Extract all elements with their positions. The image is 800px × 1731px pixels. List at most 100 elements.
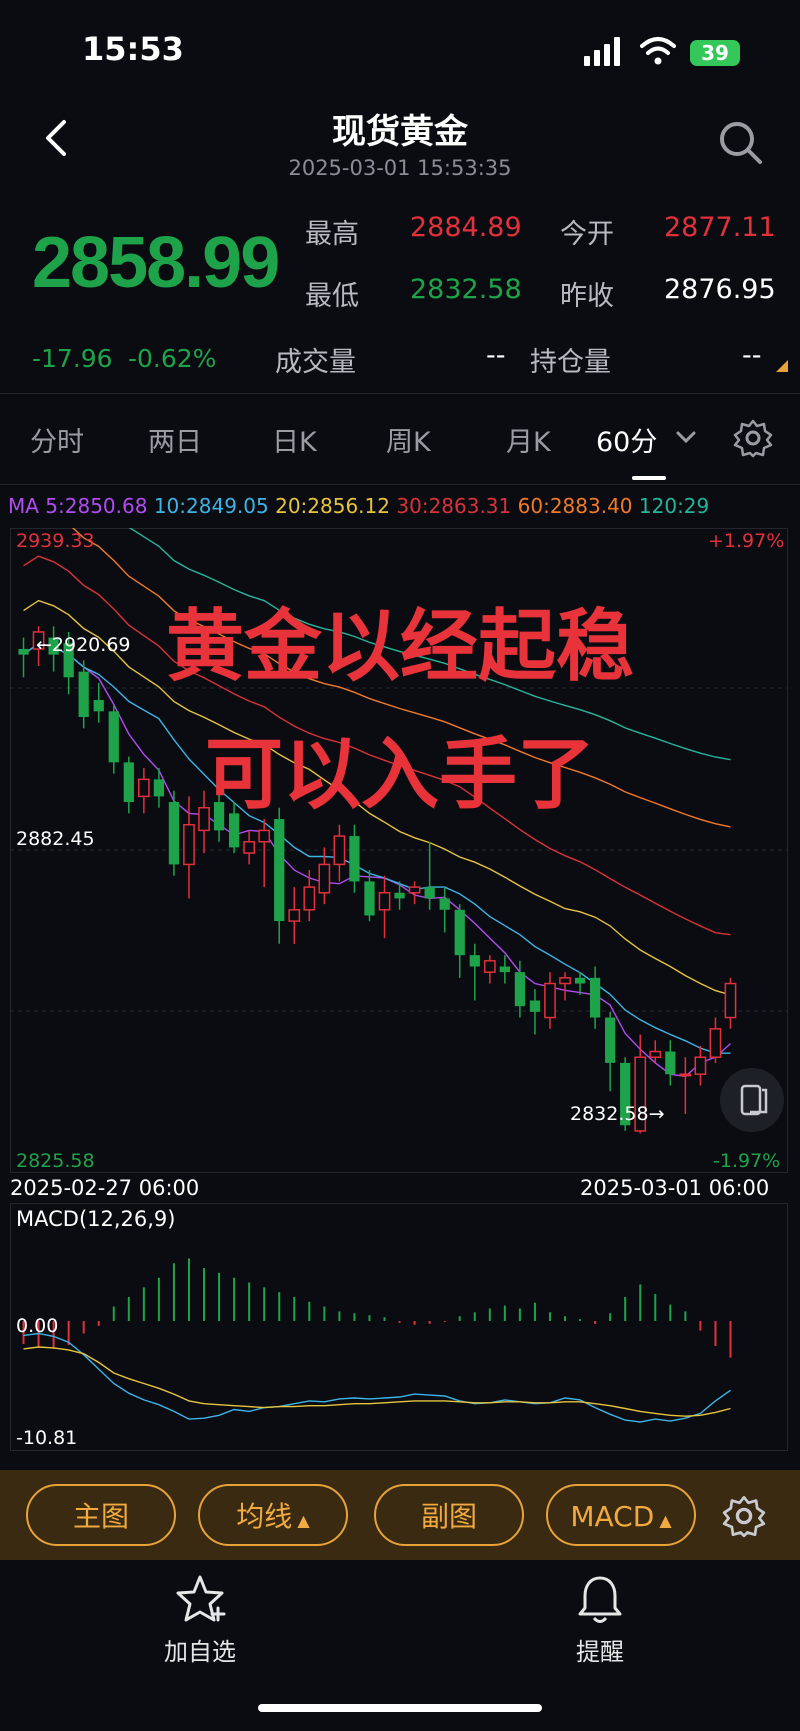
candle-body bbox=[349, 836, 360, 882]
candle bbox=[544, 972, 556, 1029]
candle bbox=[559, 972, 571, 1001]
open-value: 2877.11 bbox=[664, 212, 776, 243]
tab-two-day[interactable]: 两日 bbox=[148, 420, 202, 459]
main-chart-label: 主图 bbox=[72, 1500, 129, 1533]
candle-body bbox=[183, 823, 195, 866]
candle-body bbox=[424, 887, 435, 899]
macd-min-label: -10.81 bbox=[16, 1427, 78, 1449]
chart-top-price: 2939.33 bbox=[16, 530, 95, 552]
search-icon[interactable] bbox=[716, 118, 764, 166]
candle-body bbox=[574, 977, 586, 984]
divider bbox=[0, 393, 800, 394]
ma120-value: 120:29 bbox=[638, 494, 710, 518]
candle-body bbox=[483, 960, 496, 973]
volume-label: 成交量 bbox=[275, 347, 356, 378]
candle-body bbox=[93, 699, 104, 712]
candle-body bbox=[454, 909, 465, 956]
chart-settings-icon[interactable] bbox=[733, 418, 773, 458]
candle-body bbox=[665, 1051, 676, 1075]
low-marker: 2832.58→ bbox=[570, 1103, 665, 1125]
main-chart-button[interactable]: 主图 bbox=[26, 1484, 176, 1546]
page-timestamp: 2025-03-01 15:53:35 bbox=[288, 156, 512, 180]
low-value: 2832.58 bbox=[410, 274, 522, 305]
candle bbox=[288, 887, 301, 944]
prev-close-value: 2876.95 bbox=[664, 274, 776, 305]
candle-body bbox=[318, 863, 331, 894]
macd-label: MACD bbox=[570, 1500, 655, 1533]
price-alert-button[interactable]: 提醒 bbox=[550, 1572, 650, 1667]
candle-body bbox=[364, 881, 375, 916]
macd-dea-line bbox=[23, 1346, 731, 1417]
candle-body bbox=[559, 977, 571, 985]
macd-series bbox=[22, 1258, 732, 1423]
macd-frame bbox=[10, 1203, 788, 1451]
candle bbox=[408, 881, 421, 905]
chart-top-pct: +1.97% bbox=[708, 530, 785, 552]
open-interest-label: 持仓量 bbox=[530, 347, 611, 378]
current-price: 2858.99 bbox=[32, 223, 280, 303]
open-interest-value: -- bbox=[742, 340, 762, 371]
tab-60min[interactable]: 60分 bbox=[596, 420, 657, 459]
toolbar-settings-icon[interactable] bbox=[722, 1494, 766, 1538]
volume-value: -- bbox=[486, 340, 506, 371]
candle-body bbox=[408, 886, 421, 894]
x-axis-start: 2025-02-27 06:00 bbox=[10, 1176, 200, 1200]
ma-prefix: MA bbox=[8, 494, 39, 518]
battery-icon: 39 bbox=[690, 40, 740, 66]
price-alert-label: 提醒 bbox=[576, 1638, 624, 1666]
expand-corner-icon[interactable] bbox=[776, 360, 788, 372]
candle bbox=[724, 977, 737, 1029]
divider bbox=[0, 484, 800, 485]
candle-body bbox=[274, 819, 285, 922]
chart-bottom-price: 2825.58 bbox=[16, 1150, 95, 1172]
candle-body bbox=[679, 1073, 692, 1077]
open-label: 今开 bbox=[560, 219, 614, 250]
candle bbox=[589, 966, 601, 1029]
tab-weekly-k[interactable]: 周K bbox=[386, 420, 431, 459]
price-change: -17.96 bbox=[32, 344, 113, 373]
chevron-down-icon[interactable] bbox=[675, 430, 697, 444]
macd-button[interactable]: MACD ▲ bbox=[546, 1484, 696, 1546]
candle bbox=[333, 824, 346, 882]
macd-chart[interactable] bbox=[10, 1203, 788, 1451]
candle-body bbox=[333, 835, 346, 866]
candle bbox=[514, 960, 526, 1018]
candle-body bbox=[469, 955, 480, 967]
sub-chart-button[interactable]: 副图 bbox=[374, 1484, 524, 1546]
signal-icon bbox=[584, 37, 620, 66]
candles bbox=[18, 626, 737, 1134]
candle-body bbox=[378, 892, 391, 911]
tab-daily-k[interactable]: 日K bbox=[272, 420, 317, 459]
page-title: 现货黄金 bbox=[332, 112, 468, 152]
ma60-value: 60:2883.40 bbox=[517, 494, 633, 518]
tab-monthly-k[interactable]: 月K bbox=[506, 420, 551, 459]
candle-body bbox=[499, 966, 510, 973]
candle bbox=[424, 841, 435, 910]
candle bbox=[258, 819, 271, 888]
candle-body bbox=[529, 1000, 541, 1012]
high-value: 2884.89 bbox=[410, 212, 522, 243]
add-watchlist-label: 加自选 bbox=[164, 1638, 236, 1666]
candle bbox=[454, 904, 465, 978]
candle-body bbox=[694, 1056, 707, 1075]
candle-body bbox=[258, 829, 271, 843]
ma-button[interactable]: 均线 ▲ bbox=[198, 1484, 348, 1546]
candle-body bbox=[394, 892, 405, 899]
landscape-icon bbox=[740, 1084, 768, 1116]
candle-body bbox=[514, 972, 526, 1007]
low-label: 最低 bbox=[305, 281, 359, 312]
macd-zero-label: 0.00 bbox=[16, 1315, 59, 1337]
home-indicator bbox=[258, 1704, 542, 1712]
candle bbox=[694, 1045, 707, 1086]
caret-up-icon: ▲ bbox=[292, 1511, 310, 1530]
wifi-icon bbox=[640, 37, 676, 65]
ma5-value: 5:2850.68 bbox=[45, 494, 148, 518]
tab-timeshare[interactable]: 分时 bbox=[30, 420, 84, 459]
x-axis-end: 2025-03-01 06:00 bbox=[580, 1176, 770, 1200]
overlay-caption-line2: 可以入手了 bbox=[204, 730, 595, 820]
chart-float-button[interactable] bbox=[720, 1068, 784, 1132]
candle bbox=[499, 955, 510, 984]
add-watchlist-button[interactable]: 加自选 bbox=[150, 1572, 250, 1667]
macd-title: MACD(12,26,9) bbox=[16, 1207, 176, 1231]
caret-up-icon: ▲ bbox=[654, 1511, 672, 1530]
